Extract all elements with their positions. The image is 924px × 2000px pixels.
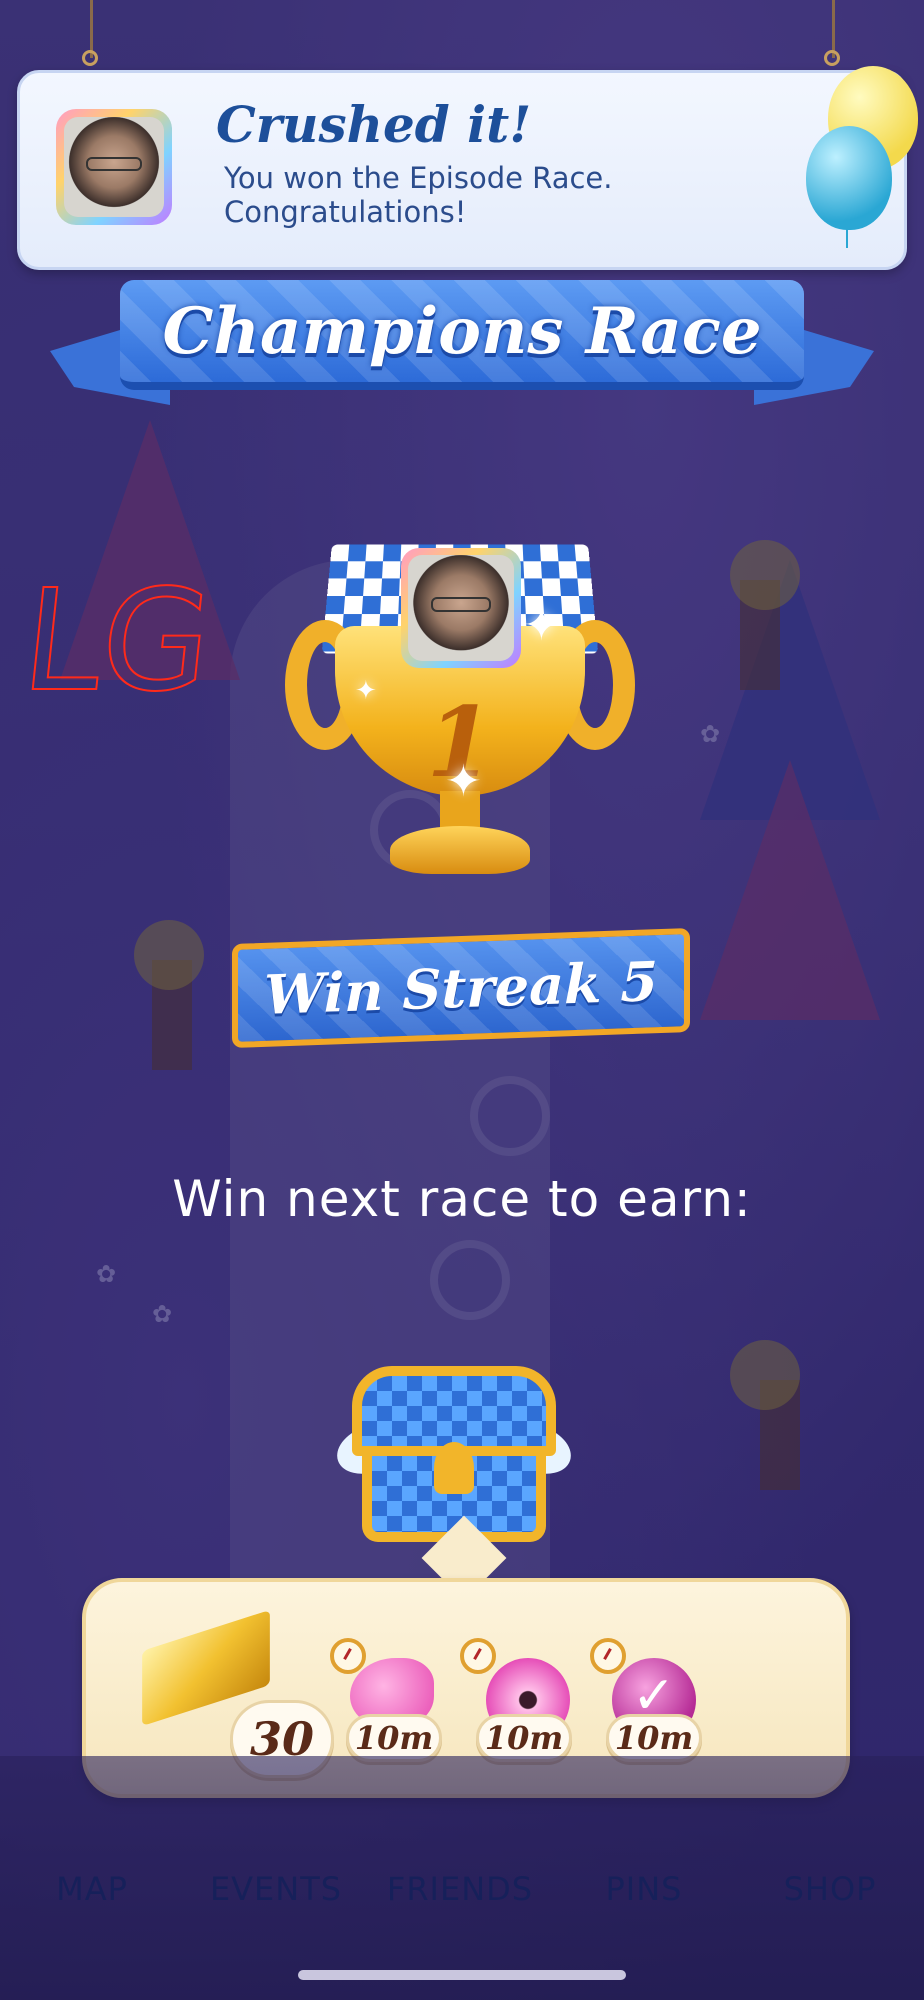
booster-duration: 10m: [606, 1714, 702, 1762]
sparkle-icon: ✦: [355, 676, 377, 706]
lock-icon: [434, 1442, 474, 1494]
nav-events[interactable]: EVENTS: [186, 1870, 366, 1908]
title-ribbon: Champions Race: [50, 270, 874, 420]
timer-icon: [460, 1638, 496, 1674]
win-notification: Crushed it! You won the Episode Race. Co…: [17, 70, 907, 270]
booster-fish: 10m: [330, 1638, 442, 1762]
nav-pins[interactable]: PINS: [554, 1870, 734, 1908]
booster-duration: 10m: [346, 1714, 442, 1762]
notification-message: You won the Episode Race. Congratulation…: [224, 161, 613, 229]
trophy-base: [390, 826, 530, 874]
booster-donut: 10m: [460, 1638, 572, 1762]
booster-duration: 10m: [476, 1714, 572, 1762]
win-streak-label: Win Streak 5: [264, 949, 658, 1027]
home-indicator[interactable]: [298, 1970, 626, 1980]
next-race-prompt: Win next race to earn:: [172, 1170, 752, 1228]
nav-shop[interactable]: SHOP: [740, 1870, 920, 1908]
timer-icon: [590, 1638, 626, 1674]
sparkle-icon: ✦: [523, 600, 560, 651]
player-avatar: [56, 109, 172, 225]
hook-icon: [824, 50, 840, 66]
streak-ribbon: Win Streak 5: [232, 928, 690, 1048]
nav-friends[interactable]: FRIENDS: [370, 1870, 550, 1908]
sparkle-icon: ✦: [445, 756, 482, 807]
trophy-icon: 1 ✦ ✦ ✦: [285, 536, 635, 881]
notification-title: Crushed it!: [216, 95, 532, 154]
booster-wrapped-candy: 10m: [590, 1638, 702, 1762]
handwritten-mark: LG: [14, 559, 220, 724]
blue-balloon-icon: [806, 126, 892, 230]
nav-map[interactable]: MAP: [2, 1870, 182, 1908]
ribbon-body: Champions Race: [120, 280, 804, 390]
balloon-string: [846, 228, 848, 248]
race-title: Champions Race: [162, 293, 762, 369]
hook-icon: [82, 50, 98, 66]
timer-icon: [330, 1638, 366, 1674]
win-streak-banner: Win Streak 5: [232, 916, 690, 1066]
winner-avatar: [401, 548, 521, 668]
